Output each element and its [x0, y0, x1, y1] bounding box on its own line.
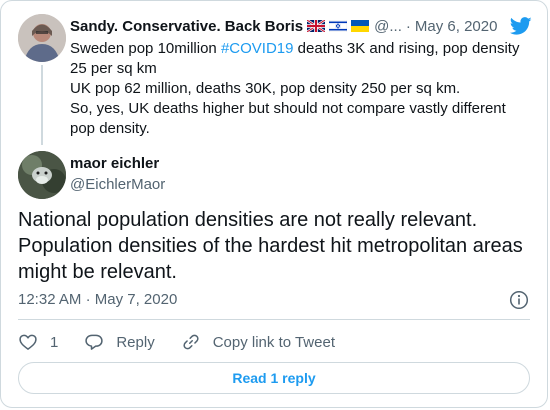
parent-tweet-text: Sweden pop 10million #COVID19 deaths 3K …: [70, 39, 530, 139]
author-handle[interactable]: @EichlerMaor: [70, 176, 165, 193]
like-count: 1: [50, 333, 59, 351]
separator-dot: ·: [405, 17, 411, 35]
parent-avatar[interactable]: [18, 14, 66, 62]
reply-label: Reply: [116, 333, 155, 351]
parent-handle[interactable]: @...: [374, 18, 402, 35]
parent-text-line3: So, yes, UK deaths higher but should not…: [70, 100, 506, 137]
like-button[interactable]: 1: [18, 332, 58, 352]
author-name[interactable]: maor eichler: [70, 155, 159, 172]
tweet-text: National population densities are not re…: [18, 209, 523, 283]
parent-text-line2: UK pop 62 million, deaths 30K, pop densi…: [70, 80, 461, 97]
reply-button[interactable]: Reply: [84, 332, 155, 352]
parent-date[interactable]: May 6, 2020: [415, 18, 498, 35]
heart-icon: [19, 334, 37, 350]
action-bar: 1 Reply Copy link to Tweet: [18, 331, 361, 353]
twitter-bird-icon[interactable]: [509, 15, 533, 37]
tweet-embed-card: Sandy. Conservative. Back Boris @... · M…: [0, 0, 548, 408]
separator-dot: ·: [85, 291, 91, 308]
parent-text-before: Sweden pop 10million: [70, 40, 221, 57]
author-avatar[interactable]: [18, 151, 66, 199]
tweet-date: May 7, 2020: [94, 291, 178, 308]
parent-author-name[interactable]: Sandy. Conservative. Back Boris: [70, 18, 303, 35]
tweet-timestamp[interactable]: 12:32 AM · May 7, 2020: [18, 291, 177, 308]
hashtag-link[interactable]: #COVID19: [221, 40, 294, 57]
tweet-time: 12:32 AM: [18, 291, 82, 308]
reply-bubble-icon: [85, 334, 104, 350]
link-icon: [183, 334, 199, 350]
read-replies-button[interactable]: Read 1 reply: [18, 362, 530, 394]
ukraine-flag-icon: [351, 20, 370, 32]
copy-link-label: Copy link to Tweet: [212, 333, 335, 351]
parent-header: Sandy. Conservative. Back Boris @... · M…: [70, 16, 533, 36]
uk-flag-icon: [307, 20, 326, 32]
info-icon[interactable]: [509, 290, 529, 310]
divider: [18, 319, 530, 320]
israel-flag-icon: [329, 20, 348, 32]
copy-link-button[interactable]: Copy link to Tweet: [181, 332, 335, 352]
thread-line: [41, 65, 43, 145]
